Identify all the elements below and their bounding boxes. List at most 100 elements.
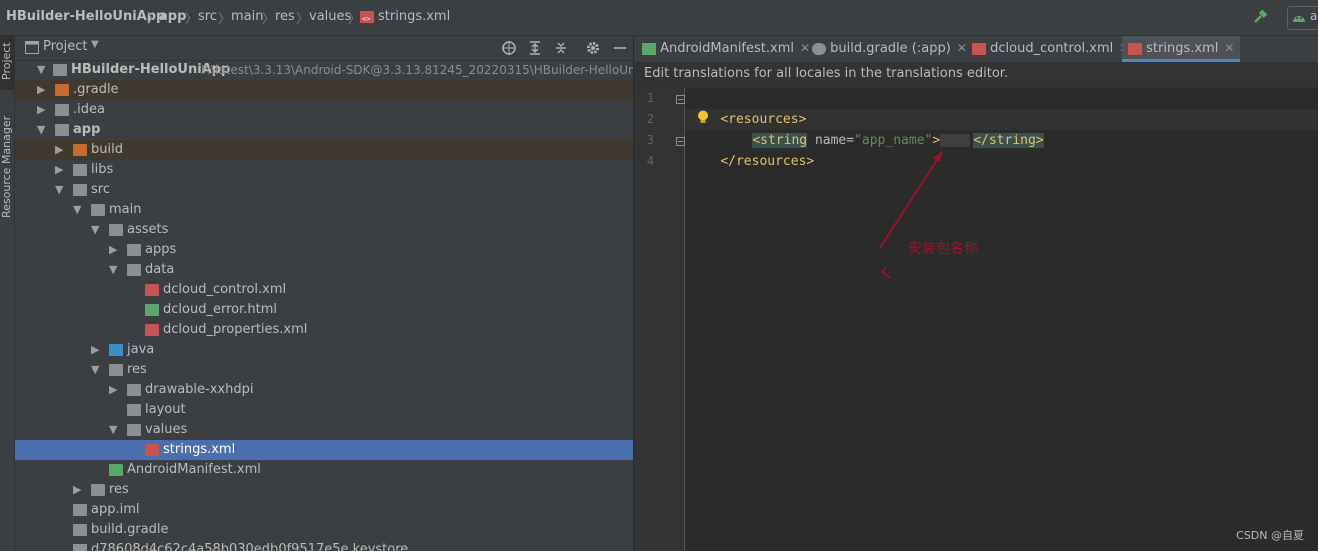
chevron-right-icon[interactable]: ▶: [55, 140, 67, 160]
chevron-right-icon[interactable]: ▶: [109, 240, 121, 260]
tree-row-layout[interactable]: layout: [15, 400, 633, 420]
tab-strings-active[interactable]: strings.xml ✕: [1122, 36, 1241, 62]
chevron-down-icon[interactable]: ▼: [91, 39, 99, 50]
breadcrumb-item-project[interactable]: HBuilder-HelloUniApp: [6, 9, 165, 24]
breadcrumb-separator: 〉: [262, 12, 276, 27]
source-folder-icon: [109, 344, 123, 356]
tree-label: apps: [145, 242, 177, 257]
chevron-down-icon[interactable]: ▼: [91, 360, 103, 380]
crosshair-icon[interactable]: [501, 40, 517, 60]
tree-row-idea[interactable]: ▶ .idea: [15, 100, 633, 120]
tree-row-gradle[interactable]: ▶ .gradle: [15, 80, 633, 100]
tree-row-build-gradle[interactable]: build.gradle: [15, 520, 633, 540]
chevron-right-icon[interactable]: ▶: [91, 340, 103, 360]
folder-icon: [127, 404, 141, 416]
tree-row-app[interactable]: ▼ app: [15, 120, 633, 140]
breadcrumb-separator: 〉: [296, 12, 310, 27]
close-icon[interactable]: ✕: [800, 41, 810, 55]
close-icon[interactable]: ✕: [957, 41, 967, 55]
chevron-down-icon[interactable]: ▼: [37, 60, 49, 80]
tree-label: AndroidManifest.xml: [127, 462, 261, 477]
tree-row-dcloud-control[interactable]: dcloud_control.xml: [15, 280, 633, 300]
folder-icon: [73, 184, 87, 196]
tree-label: d78608d4c62c4a58b030edb0f9517e5e.keystor…: [91, 542, 409, 551]
breadcrumb-item-main[interactable]: main: [231, 9, 263, 24]
banner-text: Edit translations for all locales in the…: [644, 66, 1009, 81]
svg-text:<>: <>: [362, 15, 370, 23]
close-icon[interactable]: ✕: [1224, 41, 1234, 55]
breadcrumb-item-src[interactable]: src: [198, 9, 217, 24]
tab-label: AndroidManifest.xml: [660, 41, 794, 56]
tab-label: strings.xml: [1146, 41, 1219, 56]
chevron-down-icon[interactable]: ▼: [109, 420, 121, 440]
chevron-right-icon[interactable]: ▶: [73, 480, 85, 500]
tree-row-libs[interactable]: ▶ libs: [15, 160, 633, 180]
tree-row-project-root[interactable]: ▼ HBuilder-HelloUniApp F:\latest\3.3.13\…: [15, 60, 633, 80]
tree-label: .idea: [73, 102, 105, 117]
xml-file-icon: [1128, 42, 1142, 55]
chevron-right-icon[interactable]: ▶: [37, 80, 49, 100]
tree-label: layout: [145, 402, 186, 417]
tab-build-gradle[interactable]: build.gradle (:app) ✕: [812, 36, 967, 62]
xml-attr-eq: =: [846, 133, 855, 148]
chevron-down-icon[interactable]: ▼: [73, 200, 85, 220]
tree-row-apps[interactable]: ▶ apps: [15, 240, 633, 260]
xml-tag: </resources>: [720, 154, 815, 169]
tree-row-dcloud-error[interactable]: dcloud_error.html: [15, 300, 633, 320]
tree-row-res[interactable]: ▼ res: [15, 360, 633, 380]
gear-icon[interactable]: [585, 40, 601, 60]
breadcrumb-item-file[interactable]: strings.xml: [378, 9, 450, 24]
navigation-bar: HBuilder-HelloUniApp 〉 app 〉 src 〉 main …: [0, 0, 1318, 36]
collapse-all-icon[interactable]: [553, 40, 569, 60]
hammer-icon[interactable]: [1252, 9, 1268, 29]
code-editor[interactable]: <resources> <string name="app_name"> </st…: [685, 88, 1318, 551]
tree-row-main[interactable]: ▼ main: [15, 200, 633, 220]
chevron-right-icon[interactable]: ▶: [55, 160, 67, 180]
tree-row-java[interactable]: ▶ java: [15, 340, 633, 360]
lightbulb-icon[interactable]: [697, 110, 709, 129]
chevron-down-icon[interactable]: ▼: [109, 260, 121, 280]
chevron-down-icon[interactable]: ▼: [37, 120, 49, 140]
project-tool-button[interactable]: Project: [0, 36, 14, 90]
line-gutter: 1 2 3 4: [634, 88, 685, 551]
xml-tag-close: </string>: [973, 133, 1044, 148]
breadcrumb-item-res[interactable]: res: [275, 9, 295, 24]
tree-row-drawable[interactable]: ▶ drawable-xxhdpi: [15, 380, 633, 400]
tree-row-values[interactable]: ▼ values: [15, 420, 633, 440]
tab-dcloud-control[interactable]: dcloud_control.xml✕: [972, 36, 1129, 62]
expand-all-icon[interactable]: [527, 40, 543, 60]
fold-icon[interactable]: [676, 93, 685, 108]
tree-row-manifest[interactable]: AndroidManifest.xml: [15, 460, 633, 480]
tree-row-src[interactable]: ▼ src: [15, 180, 633, 200]
minimize-icon[interactable]: [612, 40, 628, 60]
resource-manager-label[interactable]: Resource Manager: [0, 116, 13, 218]
chevron-down-icon[interactable]: ▼: [91, 220, 103, 240]
iml-file-icon: [73, 504, 87, 516]
device-selector[interactable]: a: [1287, 6, 1318, 30]
tree-row-dcloud-properties[interactable]: dcloud_properties.xml: [15, 320, 633, 340]
tree-row-assets[interactable]: ▼ assets: [15, 220, 633, 240]
folder-icon: [55, 104, 69, 116]
chevron-down-icon[interactable]: ▼: [55, 180, 67, 200]
tab-label: build.gradle (:app): [830, 41, 951, 56]
chevron-right-icon[interactable]: ▶: [109, 380, 121, 400]
tree-row-build[interactable]: ▶ build: [15, 140, 633, 160]
tree-row-app-iml[interactable]: app.iml: [15, 500, 633, 520]
fold-icon[interactable]: [676, 135, 685, 150]
tree-row-data[interactable]: ▼ data: [15, 260, 633, 280]
tree-label: java: [127, 342, 155, 357]
breadcrumb-item-app[interactable]: app: [159, 9, 186, 24]
tree-label: drawable-xxhdpi: [145, 382, 254, 397]
tab-android-manifest[interactable]: AndroidManifest.xml ✕: [642, 36, 810, 62]
project-path: F:\latest\3.3.13\Android-SDK@3.3.13.8124…: [201, 63, 633, 77]
tree-row-strings-selected[interactable]: strings.xml: [15, 440, 633, 460]
breadcrumb-item-values[interactable]: values: [309, 9, 351, 24]
project-panel-title[interactable]: Project: [43, 39, 87, 54]
tree-row-res-root[interactable]: ▶ res: [15, 480, 633, 500]
resource-folder-icon: [109, 224, 123, 236]
watermark: CSDN @自夏: [1236, 529, 1304, 542]
keystore-file-icon: [73, 544, 87, 551]
chevron-right-icon[interactable]: ▶: [37, 100, 49, 120]
tree-row-keystore[interactable]: d78608d4c62c4a58b030edb0f9517e5e.keystor…: [15, 540, 633, 551]
tree-label: strings.xml: [163, 442, 236, 457]
